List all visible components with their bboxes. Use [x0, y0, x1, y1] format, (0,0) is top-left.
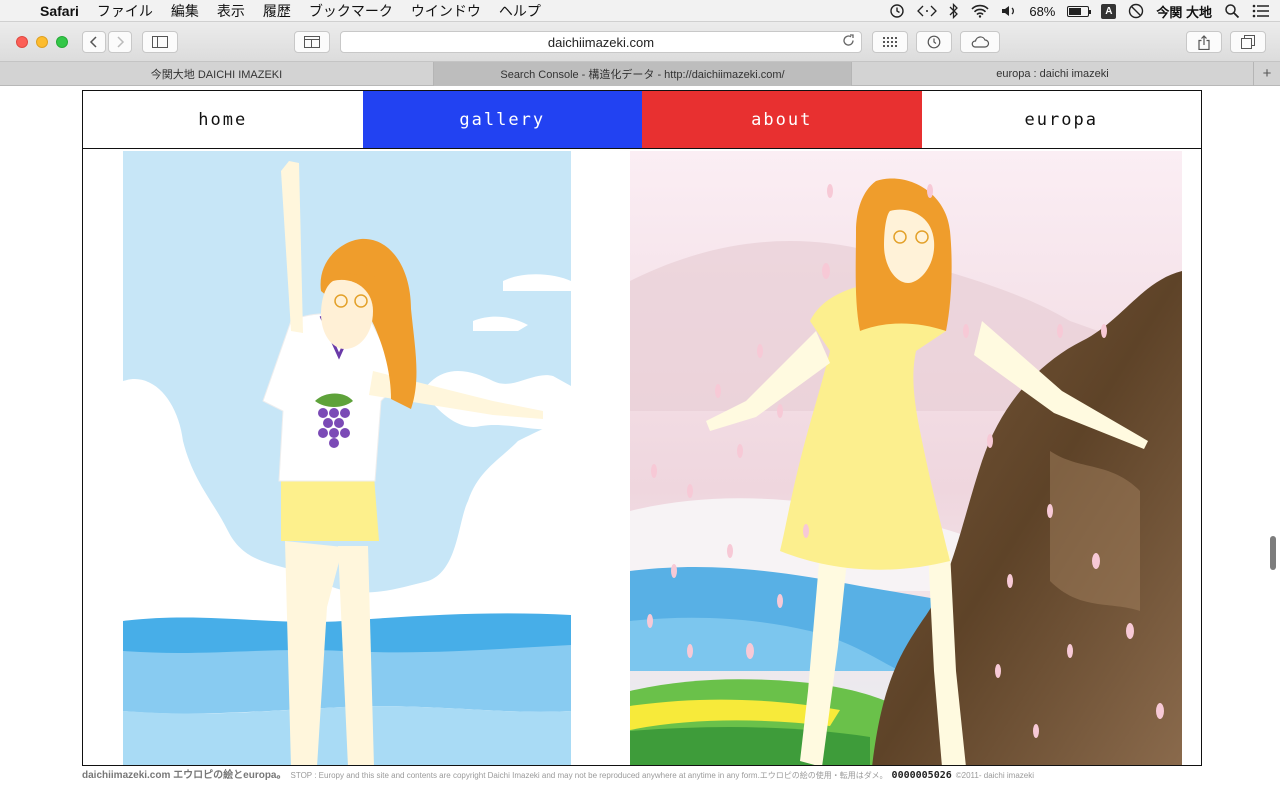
- site-nav: home gallery about europa: [83, 91, 1201, 149]
- fullscreen-window-button[interactable]: [56, 36, 68, 48]
- tab-title: Search Console - 構造化データ - http://daichii…: [500, 69, 785, 81]
- new-tab-button[interactable]: +: [1254, 62, 1280, 85]
- volume-icon[interactable]: [1001, 4, 1017, 18]
- address-bar[interactable]: daichiimazeki.com: [340, 31, 862, 53]
- nav-about[interactable]: about: [642, 91, 922, 148]
- page-scrollbar[interactable]: [1270, 536, 1276, 570]
- footer-copyright: ©2011- daichi imazeki: [955, 771, 1034, 780]
- notification-center-icon[interactable]: [1252, 4, 1270, 18]
- web-page: home gallery about europa daichiimazeki.…: [0, 86, 1280, 800]
- bluetooth-icon[interactable]: [949, 3, 959, 19]
- back-button[interactable]: [82, 31, 106, 53]
- url-text: daichiimazeki.com: [547, 34, 655, 50]
- footer-copyright-notice: STOP : Europy and this site and contents…: [290, 771, 888, 780]
- input-method-icon[interactable]: A: [1101, 3, 1117, 19]
- icloud-tabs-button[interactable]: [960, 31, 1000, 53]
- top-sites-button[interactable]: [872, 31, 908, 53]
- plus-icon: +: [1262, 65, 1272, 82]
- site-footer: daichiimazeki.com エウロピの絵とeuropa。 STOP : …: [82, 766, 1200, 781]
- browser-toolbar: daichiimazeki.com: [0, 22, 1280, 62]
- menu-app-name[interactable]: Safari: [40, 3, 79, 19]
- battery-icon[interactable]: [1067, 5, 1092, 17]
- user-name[interactable]: 今関 大地: [1156, 2, 1212, 21]
- nav-gallery[interactable]: gallery: [362, 91, 642, 148]
- tab-title: 今関大地 DAICHI IMAZEKI: [150, 69, 283, 81]
- site-frame: home gallery about europa: [82, 90, 1202, 766]
- cloud-icon: [971, 36, 990, 48]
- tab-bar: 今関大地 DAICHI IMAZEKI Search Console - 構造化…: [0, 62, 1280, 86]
- tabs-overview-icon: [1241, 35, 1255, 49]
- grid-icon: [883, 37, 897, 47]
- menu-bar: Safari ファイル 編集 表示 履歴 ブックマーク ウインドウ ヘルプ 68…: [0, 0, 1280, 22]
- sidebar-icon: [152, 36, 168, 48]
- tab-overview-button[interactable]: [1230, 31, 1266, 53]
- menu-help[interactable]: ヘルプ: [499, 1, 541, 21]
- wifi-icon[interactable]: [971, 4, 989, 18]
- menu-view[interactable]: 表示: [217, 1, 245, 21]
- footer-site-title[interactable]: daichiimazeki.com エウロピの絵とeuropa。: [82, 766, 287, 781]
- menu-edit[interactable]: 編集: [171, 1, 199, 21]
- tab-daichi-imazeki[interactable]: 今関大地 DAICHI IMAZEKI: [0, 62, 434, 86]
- tab-search-console[interactable]: Search Console - 構造化データ - http://daichii…: [434, 62, 852, 86]
- menu-history[interactable]: 履歴: [263, 1, 291, 21]
- menu-bookmarks[interactable]: ブックマーク: [309, 1, 393, 21]
- reload-icon[interactable]: [842, 34, 855, 50]
- share-button[interactable]: [1186, 31, 1222, 53]
- tab-europa[interactable]: europa : daichi imazeki: [852, 62, 1254, 86]
- visitor-counter: 0000005026: [891, 770, 952, 781]
- menu-window[interactable]: ウインドウ: [411, 1, 481, 21]
- sidebar-button[interactable]: [142, 31, 178, 53]
- time-machine-icon[interactable]: [889, 3, 905, 19]
- chevron-left-icon: [89, 36, 97, 48]
- nav-europa[interactable]: europa: [921, 91, 1201, 148]
- gallery-artwork-cliff[interactable]: [630, 151, 1182, 765]
- nav-home[interactable]: home: [83, 91, 363, 148]
- spotlight-search-icon[interactable]: [1224, 3, 1240, 19]
- share-icon: [1198, 34, 1210, 50]
- do-not-disturb-icon[interactable]: [1128, 3, 1144, 19]
- clock-icon: [927, 35, 941, 49]
- battery-percent: 68%: [1029, 3, 1056, 19]
- history-button[interactable]: [916, 31, 952, 53]
- gallery-artwork-beach[interactable]: [123, 151, 571, 765]
- close-window-button[interactable]: [16, 36, 28, 48]
- menu-file[interactable]: ファイル: [97, 1, 153, 21]
- code-brackets-icon[interactable]: [917, 4, 938, 18]
- reader-icon: [304, 36, 320, 48]
- minimize-window-button[interactable]: [36, 36, 48, 48]
- chevron-right-icon: [117, 36, 125, 48]
- forward-button[interactable]: [108, 31, 132, 53]
- tab-title: europa : daichi imazeki: [996, 68, 1109, 80]
- reader-view-button[interactable]: [294, 31, 330, 53]
